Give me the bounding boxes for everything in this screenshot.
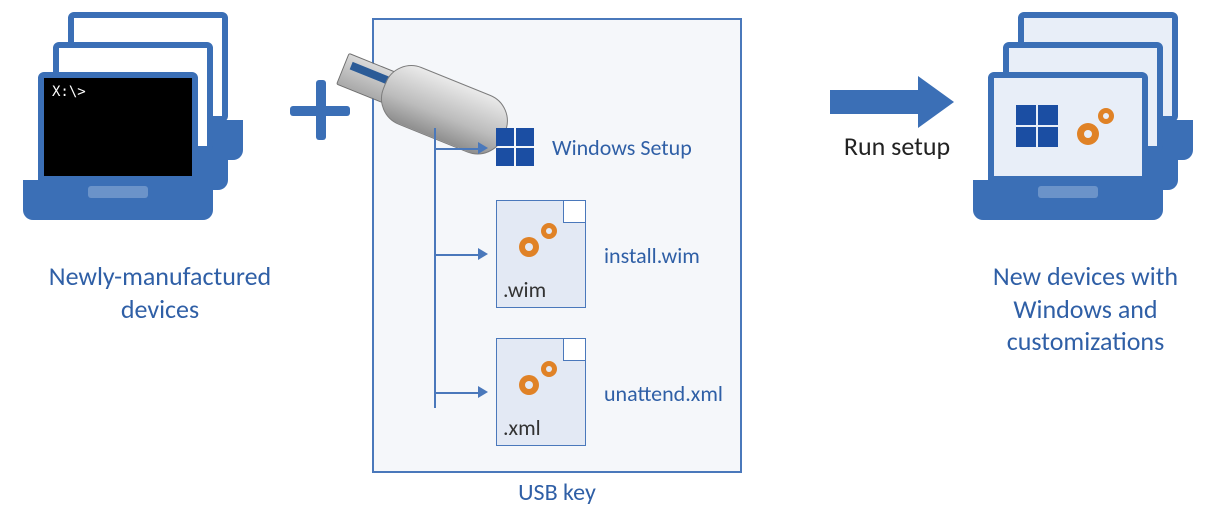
- usb-key-box: Windows Setup .wim: [372, 18, 742, 473]
- usb-drive-icon: [313, 27, 520, 184]
- diagram-deployment-flow: X:\> X:\> X:\> Newly-manufactured device…: [0, 0, 1219, 515]
- usb-item-label: unattend.xml: [604, 380, 723, 407]
- file-ext: .wim: [503, 276, 546, 303]
- file-icon: .wim: [496, 200, 586, 308]
- gear-icon: [511, 217, 565, 265]
- gear-icon: [511, 355, 565, 403]
- laptop-configured-1: [968, 72, 1168, 252]
- right-laptop-stack: [968, 12, 1218, 232]
- windows-logo-icon: [496, 128, 536, 168]
- run-setup-label: Run setup: [842, 132, 952, 162]
- tree-line: [434, 128, 435, 408]
- file-icon: .xml: [496, 338, 586, 446]
- file-ext: .xml: [503, 414, 541, 441]
- terminal-prompt: X:\>: [44, 78, 192, 106]
- windows-logo-icon: [1016, 105, 1060, 149]
- usb-item-label: install.wim: [604, 242, 700, 269]
- laptop-blank-1: X:\>: [18, 72, 218, 252]
- right-caption: New devices with Windows and customizati…: [958, 260, 1213, 358]
- usb-item-label: Windows Setup: [552, 134, 692, 161]
- usb-caption: USB key: [372, 478, 742, 507]
- gears-icon: [1070, 102, 1120, 152]
- left-laptop-stack: X:\> X:\> X:\>: [18, 12, 268, 232]
- left-caption: Newly-manufactured devices: [20, 260, 300, 325]
- arrow-right-icon: [830, 80, 950, 124]
